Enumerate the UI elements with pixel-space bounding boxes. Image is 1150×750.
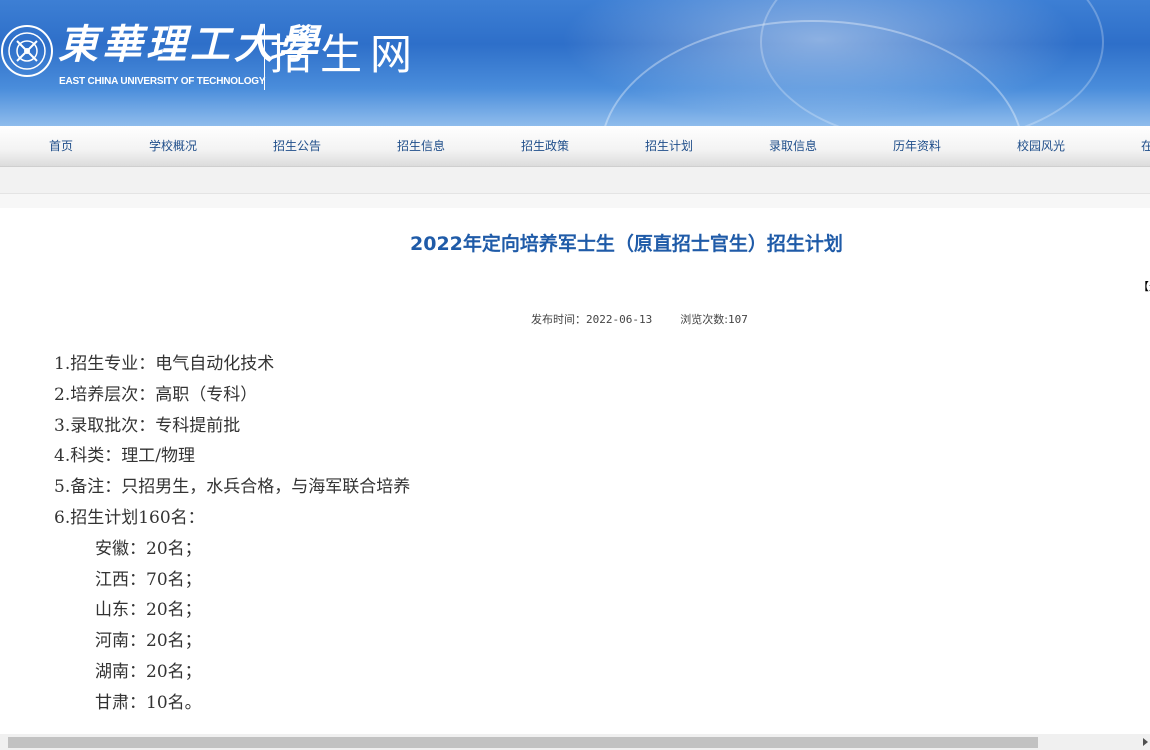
quota-line: 安徽：20名； [95, 538, 202, 559]
banner-arc [760, 0, 1104, 126]
views-label: 浏览次数: [680, 313, 728, 326]
publish-date: 2022-06-13 [586, 313, 653, 326]
content-line: 5.备注：只招男生，水兵合格，与海军联合培养 [54, 477, 411, 498]
nav-item-admission[interactable]: 录取信息 [769, 126, 817, 166]
content-line: 4.科类：理工/物理 [54, 446, 195, 467]
site-name: 招生网 [270, 30, 421, 79]
nav-item-archive[interactable]: 历年资料 [893, 126, 941, 166]
nav-item-home[interactable]: 首页 [49, 126, 73, 166]
article-title: 2022年定向培养军士生（原直招士官生）招生计划 [410, 233, 843, 255]
scroll-right-arrow-icon[interactable] [1143, 738, 1148, 746]
quota-line: 河南：20名； [95, 631, 202, 652]
horizontal-scrollbar[interactable] [0, 734, 1150, 750]
view-count: 107 [727, 313, 748, 326]
nav-item-plan[interactable]: 招生计划 [645, 126, 693, 166]
article-content: 1.招生专业：电气自动化技术 2.培养层次：高职（专科） 3.录取批次：专科提前… [54, 349, 410, 719]
quota-line: 山东：20名； [95, 600, 202, 621]
article-meta: 发布时间：2022-06-13 浏览次数:107 [531, 311, 748, 327]
nav-item-more[interactable]: 在 [1141, 126, 1150, 166]
quota-line: 江西：70名； [95, 569, 202, 590]
header-banner: 東華理工大學 EAST CHINA UNIVERSITY OF TECHNOLO… [0, 0, 1150, 126]
gap-strip [0, 194, 1150, 208]
content-line: 1.招生专业：电气自动化技术 [54, 354, 275, 374]
university-seal-icon[interactable] [0, 14, 54, 88]
back-link[interactable]: 【返 [1138, 278, 1150, 294]
breadcrumb-strip [0, 167, 1150, 194]
quota-line: 湖南：20名； [95, 661, 202, 682]
school-name-english: EAST CHINA UNIVERSITY OF TECHNOLOGY [59, 76, 266, 87]
main-nav: 首页 学校概况 招生公告 招生信息 招生政策 招生计划 录取信息 历年资料 校园… [0, 126, 1150, 167]
nav-item-campus[interactable]: 校园风光 [1017, 126, 1065, 166]
nav-item-about[interactable]: 学校概况 [149, 126, 197, 166]
header-divider [264, 24, 265, 90]
publish-label: 发布时间： [531, 313, 586, 326]
nav-item-policy[interactable]: 招生政策 [521, 126, 569, 166]
quota-line: 甘肃：10名。 [95, 692, 202, 713]
content-line: 6.招生计划160名： [54, 507, 205, 528]
content-line: 2.培养层次：高职（专科） [54, 384, 258, 405]
nav-item-info[interactable]: 招生信息 [397, 126, 445, 166]
scrollbar-thumb[interactable] [8, 737, 1038, 748]
nav-item-notices[interactable]: 招生公告 [273, 126, 321, 166]
content-line: 3.录取批次：专科提前批 [54, 415, 241, 436]
